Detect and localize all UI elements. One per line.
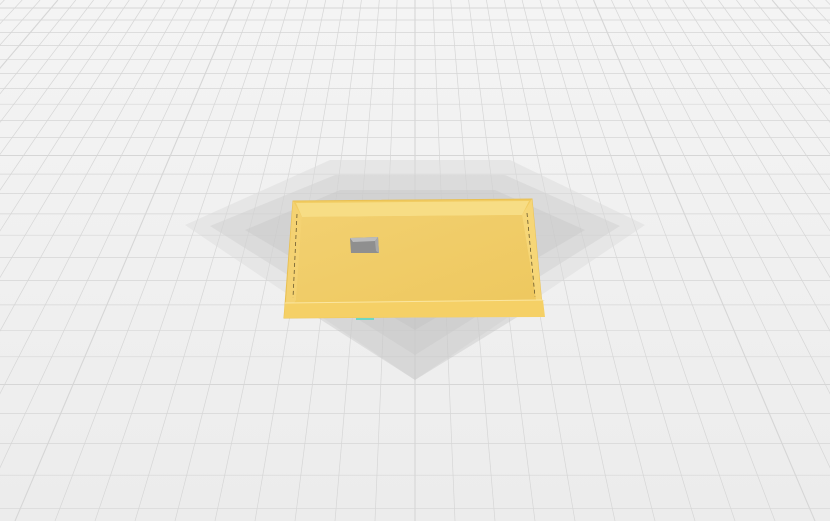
tray-model[interactable] xyxy=(283,198,545,319)
3d-viewport[interactable] xyxy=(0,0,830,521)
tray-inner-floor xyxy=(296,215,536,300)
workplane-scene[interactable] xyxy=(0,0,830,521)
rectangular-hole-icon[interactable] xyxy=(350,237,379,253)
origin-marker xyxy=(356,318,374,320)
tray-back-rim xyxy=(296,201,529,217)
